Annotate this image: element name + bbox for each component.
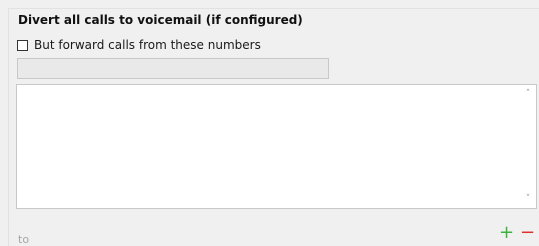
to-label: to bbox=[18, 233, 30, 246]
forward-checkbox-label[interactable]: But forward calls from these numbers bbox=[34, 38, 261, 52]
list-scrollbar[interactable]: ˄ ˅ bbox=[520, 85, 536, 208]
remove-number-button[interactable]: − bbox=[520, 224, 535, 242]
scroll-down-icon[interactable]: ˅ bbox=[523, 194, 533, 204]
divert-heading: Divert all calls to voicemail (if config… bbox=[18, 13, 303, 27]
forward-checkbox[interactable] bbox=[17, 39, 28, 51]
add-number-button[interactable]: + bbox=[499, 224, 514, 242]
scroll-up-icon[interactable]: ˄ bbox=[523, 89, 533, 99]
forward-number-input[interactable] bbox=[17, 58, 329, 79]
forward-option-row[interactable]: But forward calls from these numbers bbox=[17, 38, 261, 52]
forward-numbers-list[interactable]: ˄ ˅ bbox=[16, 84, 537, 209]
